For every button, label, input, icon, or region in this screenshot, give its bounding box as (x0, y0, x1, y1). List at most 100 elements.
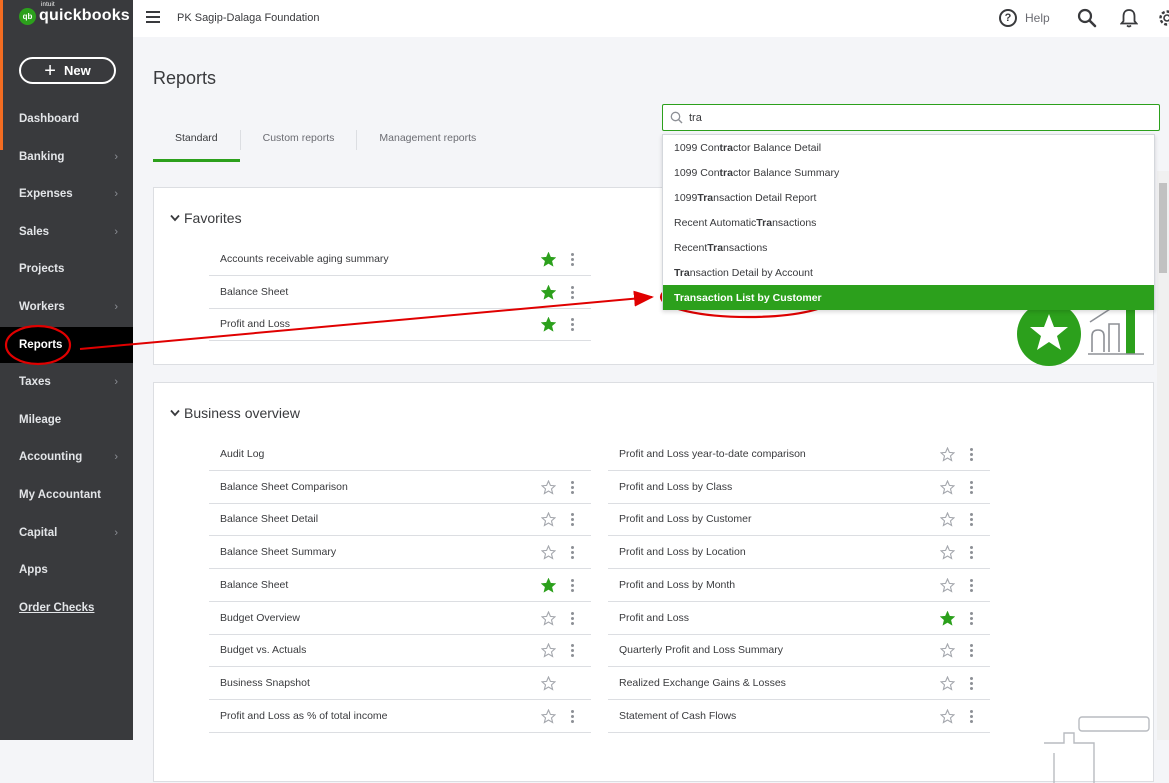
report-row[interactable]: Profit and Loss by Class (608, 471, 990, 504)
more-options-icon[interactable] (571, 710, 574, 725)
tab-custom-reports[interactable]: Custom reports (241, 128, 357, 162)
report-row[interactable]: Business Snapshot (209, 667, 591, 700)
sidebar-item-my-accountant[interactable]: My Accountant (0, 477, 133, 513)
more-options-icon[interactable] (571, 481, 574, 496)
search-icon[interactable] (1077, 8, 1097, 28)
report-link[interactable]: Balance Sheet (220, 286, 288, 298)
bell-icon[interactable] (1120, 8, 1138, 28)
star-outline-icon[interactable] (940, 643, 955, 661)
star-filled-icon[interactable] (541, 317, 556, 335)
tab-standard[interactable]: Standard (153, 128, 240, 162)
more-options-icon[interactable] (970, 579, 973, 594)
search-result-item[interactable]: 1099 Contractor Balance Summary (663, 160, 1154, 185)
report-link[interactable]: Budget vs. Actuals (220, 644, 306, 656)
search-result-item[interactable]: Transaction List by Customer (663, 285, 1154, 310)
report-link[interactable]: Profit and Loss (619, 612, 689, 624)
more-options-icon[interactable] (970, 612, 973, 627)
report-link[interactable]: Realized Exchange Gains & Losses (619, 677, 786, 689)
business-overview-header[interactable]: Business overview (170, 405, 300, 421)
gear-icon[interactable] (1157, 8, 1169, 28)
report-row[interactable]: Statement of Cash Flows (608, 700, 990, 733)
more-options-icon[interactable] (970, 677, 973, 692)
more-options-icon[interactable] (571, 546, 574, 561)
star-outline-icon[interactable] (940, 512, 955, 530)
report-row[interactable]: Profit and Loss (209, 308, 591, 341)
report-row[interactable]: Balance Sheet (209, 569, 591, 602)
report-row[interactable]: Profit and Loss by Customer (608, 503, 990, 536)
star-outline-icon[interactable] (541, 611, 556, 629)
star-outline-icon[interactable] (940, 447, 955, 465)
more-options-icon[interactable] (571, 579, 574, 594)
report-link[interactable]: Balance Sheet Comparison (220, 481, 348, 493)
report-link[interactable]: Profit and Loss by Customer (619, 513, 751, 525)
report-row[interactable]: Budget vs. Actuals (209, 634, 591, 667)
report-link[interactable]: Statement of Cash Flows (619, 710, 736, 722)
report-row[interactable]: Balance Sheet Detail (209, 503, 591, 536)
star-outline-icon[interactable] (541, 480, 556, 498)
star-outline-icon[interactable] (541, 709, 556, 727)
more-options-icon[interactable] (571, 318, 574, 333)
report-row[interactable]: Profit and Loss (608, 602, 990, 635)
sidebar-item-mileage[interactable]: Mileage (0, 402, 133, 438)
scrollbar[interactable] (1157, 171, 1169, 740)
report-row[interactable]: Accounts receivable aging summary (209, 243, 591, 276)
report-search-input[interactable]: tra (662, 104, 1160, 131)
more-options-icon[interactable] (571, 644, 574, 659)
report-row[interactable]: Balance Sheet (209, 276, 591, 309)
sidebar-item-reports[interactable]: Reports (0, 327, 133, 363)
new-button[interactable]: + New (19, 57, 116, 84)
star-outline-icon[interactable] (541, 643, 556, 661)
report-row[interactable]: Profit and Loss by Month (608, 569, 990, 602)
more-options-icon[interactable] (571, 513, 574, 528)
report-row[interactable]: Profit and Loss year-to-date comparison (608, 438, 990, 471)
search-result-item[interactable]: 1099 Transaction Detail Report (663, 185, 1154, 210)
sidebar-item-order-checks[interactable]: Order Checks (0, 590, 133, 626)
more-options-icon[interactable] (970, 448, 973, 463)
favorites-header[interactable]: Favorites (170, 210, 242, 226)
report-link[interactable]: Business Snapshot (220, 677, 310, 689)
star-outline-icon[interactable] (541, 676, 556, 694)
report-row[interactable]: Balance Sheet Comparison (209, 471, 591, 504)
star-outline-icon[interactable] (940, 709, 955, 727)
report-row[interactable]: Budget Overview (209, 602, 591, 635)
report-link[interactable]: Balance Sheet Detail (220, 513, 318, 525)
sidebar-item-workers[interactable]: Workers› (0, 289, 133, 325)
report-link[interactable]: Profit and Loss year-to-date comparison (619, 448, 806, 460)
sidebar-item-banking[interactable]: Banking› (0, 139, 133, 175)
sidebar-item-projects[interactable]: Projects (0, 251, 133, 287)
sidebar-item-apps[interactable]: Apps (0, 552, 133, 588)
more-options-icon[interactable] (571, 253, 574, 268)
quickbooks-logo[interactable]: qb intuit quickbooks (19, 7, 130, 25)
more-options-icon[interactable] (970, 644, 973, 659)
report-row[interactable]: Profit and Loss by Location (608, 536, 990, 569)
report-link[interactable]: Budget Overview (220, 612, 300, 624)
report-link[interactable]: Profit and Loss by Location (619, 546, 746, 558)
report-link[interactable]: Profit and Loss by Class (619, 481, 732, 493)
sidebar-item-dashboard[interactable]: Dashboard (0, 101, 133, 137)
report-link[interactable]: Balance Sheet (220, 579, 288, 591)
sidebar-item-taxes[interactable]: Taxes› (0, 364, 133, 400)
report-link[interactable]: Balance Sheet Summary (220, 546, 336, 558)
report-row[interactable]: Audit Log (209, 438, 591, 471)
report-row[interactable]: Realized Exchange Gains & Losses (608, 667, 990, 700)
more-options-icon[interactable] (970, 513, 973, 528)
star-filled-icon[interactable] (940, 611, 955, 629)
star-outline-icon[interactable] (940, 545, 955, 563)
tab-management-reports[interactable]: Management reports (357, 128, 498, 162)
more-options-icon[interactable] (571, 286, 574, 301)
sidebar-item-expenses[interactable]: Expenses› (0, 176, 133, 212)
star-filled-icon[interactable] (541, 252, 556, 270)
report-row[interactable]: Quarterly Profit and Loss Summary (608, 634, 990, 667)
report-link[interactable]: Accounts receivable aging summary (220, 253, 389, 265)
report-link[interactable]: Profit and Loss (220, 318, 290, 330)
sidebar-item-capital[interactable]: Capital› (0, 515, 133, 551)
scrollbar-thumb[interactable] (1159, 183, 1167, 273)
star-filled-icon[interactable] (541, 285, 556, 303)
more-options-icon[interactable] (571, 612, 574, 627)
report-row[interactable]: Profit and Loss as % of total income (209, 700, 591, 733)
report-link[interactable]: Audit Log (220, 448, 264, 460)
more-options-icon[interactable] (970, 481, 973, 496)
report-row[interactable]: Balance Sheet Summary (209, 536, 591, 569)
report-link[interactable]: Profit and Loss as % of total income (220, 710, 388, 722)
star-outline-icon[interactable] (940, 676, 955, 694)
